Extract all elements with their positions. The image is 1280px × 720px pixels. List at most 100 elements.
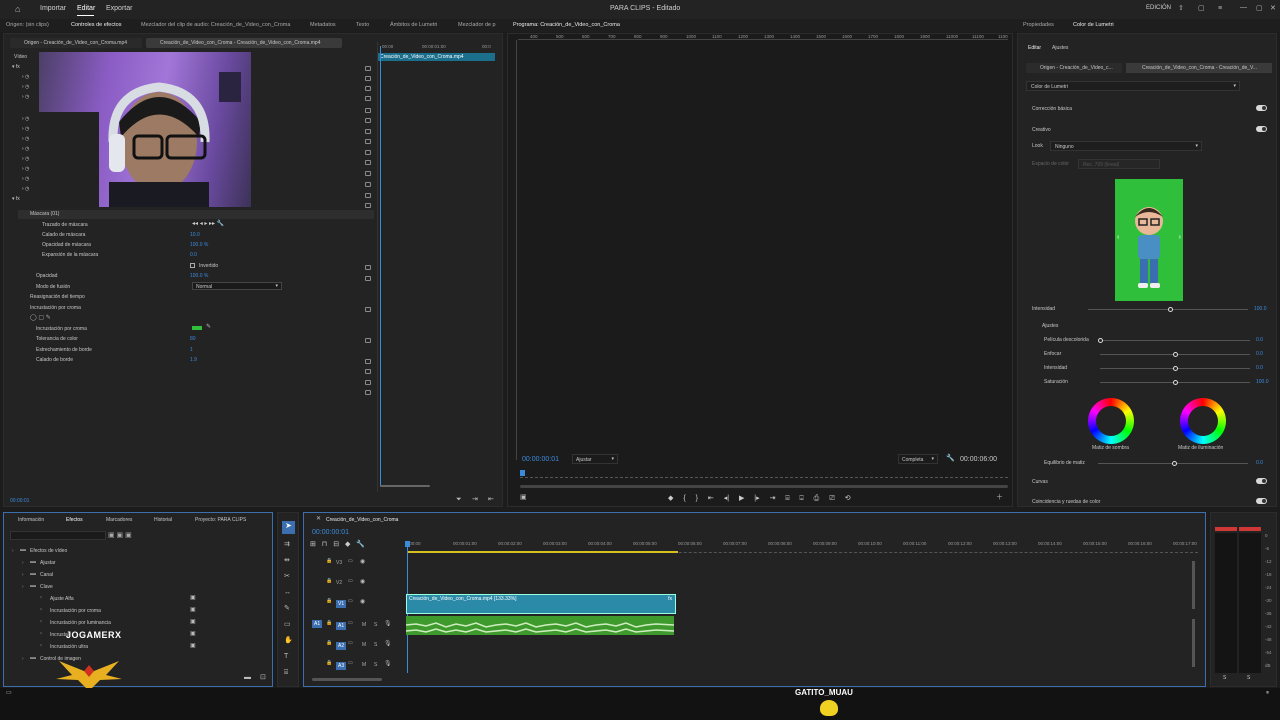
color-match-label[interactable]: Coincidencia y ruedas de color (1032, 499, 1100, 505)
tab-lumetri-color[interactable]: Color de Lumetri (1073, 22, 1114, 28)
preset-icons[interactable]: ▣ ▣ ▣ (108, 531, 132, 539)
caption-icon[interactable]: ⌸ (284, 669, 288, 676)
effect-tree-item[interactable]: Incrustación ultra (50, 644, 88, 650)
program-timecode[interactable]: 00:00:00:01 (522, 456, 559, 463)
lumetri-edit-tab[interactable]: Editar (1028, 45, 1041, 51)
add-button-icon[interactable]: ＋ (996, 494, 1003, 501)
tab-program[interactable]: Programa: Creación_de_Video_con_Croma (513, 22, 620, 28)
transport-controls[interactable]: ◆ { } ⇤ ◂| ▶ |▸ ⇥ ⌸ ⌹ ⎙ ⎚ ⟲ (668, 494, 851, 503)
inverted-checkbox[interactable] (190, 263, 195, 268)
adjustment-slider-knob[interactable] (1173, 366, 1178, 371)
effects-search-input[interactable] (10, 531, 106, 540)
shadow-tint-wheel[interactable] (1088, 398, 1134, 444)
eyedropper-icon[interactable]: ✎ (206, 324, 211, 330)
chevron-icon[interactable]: › (22, 584, 24, 590)
workspace-label[interactable]: EDICIÓN (1146, 5, 1171, 11)
edge-thin-value[interactable]: 1 (190, 347, 193, 353)
home-icon[interactable]: ⌂ (15, 5, 20, 14)
reset-icon[interactable] (365, 171, 371, 176)
color-tolerance-value[interactable]: 80 (190, 336, 196, 342)
settings-wrench-icon[interactable]: 🔧 (946, 455, 955, 462)
effect-zoom-bar[interactable] (380, 485, 430, 487)
slip-icon[interactable]: ↔ (284, 589, 291, 596)
project-tab[interactable]: Información (18, 517, 44, 523)
lock-icon[interactable]: 🔒 (326, 599, 332, 604)
pen-icon[interactable]: ✎ (284, 605, 290, 612)
track-label[interactable]: A3 (336, 662, 347, 670)
status-icon[interactable]: ▭ (6, 690, 12, 696)
razor-icon[interactable]: ✂ (284, 573, 290, 580)
minimize-icon[interactable]: — (1240, 4, 1247, 11)
program-zoom-bar[interactable] (520, 485, 1008, 488)
curves-label[interactable]: Curvas (1032, 479, 1048, 485)
mask-feather-value[interactable]: 10.0 (190, 232, 200, 238)
filter-icon[interactable]: ⏷ (456, 496, 462, 503)
effect-tree-item[interactable]: Clave (40, 584, 53, 590)
solo-button[interactable]: S (374, 642, 377, 648)
effect-tree-item[interactable]: Incrustación por luminancia (50, 620, 111, 626)
reset-icon[interactable] (365, 307, 371, 312)
key-color-swatch[interactable] (192, 326, 202, 330)
mute-button[interactable]: M (362, 642, 366, 648)
reset-icon[interactable] (365, 76, 371, 81)
timeline-vscroll-audio[interactable] (1192, 619, 1195, 667)
opacity-value[interactable]: 100.0 % (190, 273, 208, 279)
sync-lock-icon[interactable]: ▭ (348, 559, 353, 564)
trash-icon[interactable]: ⊡ (260, 674, 266, 681)
track-label[interactable]: V2 (336, 580, 342, 586)
effect-tree-item[interactable]: Control de imagen (40, 656, 81, 662)
reset-icon[interactable] (365, 265, 371, 270)
adjustment-slider-knob[interactable] (1173, 380, 1178, 385)
creative-toggle[interactable] (1256, 126, 1267, 132)
new-bin-icon[interactable]: ▬ (244, 674, 251, 681)
adjustment-slider-knob[interactable] (1098, 338, 1103, 343)
mask-track-controls[interactable]: ◂◂ ◂ ▸ ▸▸ 🔧 (192, 220, 224, 227)
look-select[interactable]: Ninguno ▾ (1050, 141, 1202, 151)
eye-icon[interactable]: ◉ (360, 599, 365, 605)
hand-icon[interactable]: ✋ (284, 637, 293, 644)
solo-left-icon[interactable]: S (1223, 675, 1226, 681)
effect-playhead[interactable] (380, 46, 381, 486)
eye-icon[interactable]: ◉ (360, 579, 365, 585)
adjustment-slider-value[interactable]: 0.0 (1256, 365, 1263, 371)
tint-balance-value[interactable]: 0.0 (1256, 460, 1263, 466)
effect-tree-item[interactable]: Efectos de vídeo (30, 548, 67, 554)
edge-feather-value[interactable]: 1.9 (190, 357, 197, 363)
adjustment-slider-value[interactable]: 100.0 (1256, 379, 1269, 385)
reset-icon[interactable] (365, 96, 371, 101)
timeline-vscroll[interactable] (1192, 561, 1195, 609)
solo-button[interactable]: S (374, 662, 377, 668)
reset-icon[interactable] (365, 203, 371, 208)
lock-icon[interactable]: 🔒 (326, 579, 332, 584)
tab-properties[interactable]: Propiedades (1023, 22, 1054, 28)
mask-shape-tools[interactable]: ◯ ▢ ✎ (30, 314, 51, 321)
reset-icon[interactable] (365, 359, 371, 364)
tab-metadata[interactable]: Metadatos (310, 22, 336, 28)
chevron-left-icon[interactable]: ‹ (1117, 234, 1119, 241)
adjustments-label[interactable]: Ajustes (1042, 323, 1058, 329)
intensity-slider-knob[interactable] (1168, 307, 1173, 312)
tab-mixer-short[interactable]: Mezclador de p (458, 22, 496, 28)
lumetri-effect-select[interactable]: Color de Lumetri ▾ (1026, 81, 1240, 91)
maximize-icon[interactable]: ▢ (1198, 5, 1205, 12)
reset-icon[interactable] (365, 182, 371, 187)
edit-menu[interactable]: Editar (77, 5, 95, 12)
video-clip[interactable]: Creación_de_Video_con_Croma.mp4 [133.33%… (406, 594, 676, 614)
mute-button[interactable]: M (362, 662, 366, 668)
eye-icon[interactable]: ◉ (360, 559, 365, 565)
sequence-clip-tab[interactable]: Creación_de_Video_con_Croma - Creación_d… (146, 38, 342, 48)
adjustment-slider-value[interactable]: 0.0 (1256, 337, 1263, 343)
sync-lock-icon[interactable]: ▭ (348, 599, 353, 604)
mask-opacity-value[interactable]: 100.0 % (190, 242, 208, 248)
reset-icon[interactable] (365, 390, 371, 395)
effect-tree-item[interactable]: Incrustac (50, 632, 70, 638)
reset-icon[interactable] (365, 139, 371, 144)
reset-icon[interactable] (365, 86, 371, 91)
reset-icon[interactable] (365, 193, 371, 198)
import-menu[interactable]: Importar (40, 5, 66, 12)
mask-01-label[interactable]: Máscara (01) (30, 211, 59, 217)
curves-toggle[interactable] (1256, 478, 1267, 484)
effect-tree-item[interactable]: Incrustación por croma (50, 608, 101, 614)
highlight-tint-wheel[interactable] (1180, 398, 1226, 444)
creative-label[interactable]: Creativo (1032, 127, 1051, 133)
